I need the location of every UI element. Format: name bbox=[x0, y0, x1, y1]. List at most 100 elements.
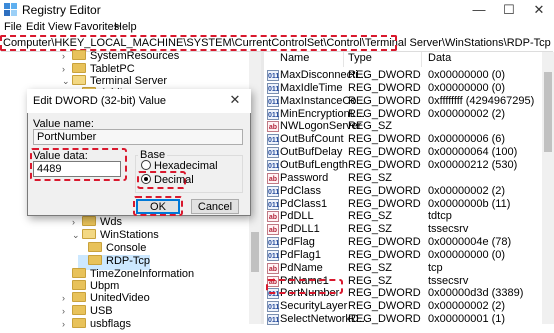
window-title: Registry Editor bbox=[22, 3, 101, 17]
value-data: 0x00000000 (0) bbox=[428, 81, 506, 94]
tree-item-label: USB bbox=[90, 305, 113, 317]
menu-favorites[interactable]: Favorites bbox=[74, 21, 119, 33]
tree-item-label: SystemResources bbox=[90, 50, 180, 62]
value-name: PdName bbox=[280, 261, 323, 274]
tree-item-label: Terminal Server bbox=[90, 75, 168, 87]
value-data: tssecsrv bbox=[428, 223, 469, 236]
value-name: PdDLL1 bbox=[280, 223, 320, 236]
value-data: tssecsrv bbox=[428, 274, 469, 287]
binary-value-icon: 011 bbox=[267, 147, 279, 159]
value-type: REG_DWORD bbox=[348, 69, 421, 81]
value-type: REG_DWORD bbox=[348, 248, 421, 261]
value-data: tcp bbox=[428, 261, 443, 274]
expand-arrow-icon[interactable]: › bbox=[62, 64, 72, 74]
value-type: REG_SZ bbox=[348, 223, 393, 236]
value-name: PdClass bbox=[280, 184, 321, 197]
collapse-arrow-icon[interactable]: ⌄ bbox=[62, 76, 72, 87]
value-name: OutBufCount bbox=[280, 133, 344, 146]
portnumber-highlight-annotation bbox=[266, 279, 343, 294]
value-type: REG_DWORD bbox=[348, 236, 421, 249]
tree-item-label: usbflags bbox=[90, 318, 131, 330]
value-type: REG_DWORD bbox=[348, 133, 421, 146]
ok-button[interactable]: OK bbox=[136, 199, 180, 214]
binary-value-icon: 011 bbox=[267, 82, 279, 94]
value-name: MaxIdleTime bbox=[280, 81, 343, 94]
expand-arrow-icon[interactable]: › bbox=[62, 51, 72, 61]
expand-arrow-icon[interactable]: › bbox=[72, 217, 82, 227]
folder-open-icon bbox=[82, 229, 96, 239]
radio-circle-icon[interactable] bbox=[141, 160, 151, 170]
value-data: 0x00000064 (100) bbox=[428, 146, 518, 159]
value-type: REG_DWORD bbox=[348, 287, 421, 300]
binary-value-icon: 011 bbox=[267, 95, 279, 107]
address-highlight-annotation bbox=[0, 35, 397, 51]
value-data: 0x0000004e (78) bbox=[428, 236, 512, 249]
value-name: PdFlag bbox=[280, 236, 315, 249]
value-name: OutBufDelay bbox=[280, 146, 343, 159]
string-value-icon: ab bbox=[267, 224, 279, 236]
value-data: 0x00000002 (2) bbox=[428, 300, 506, 313]
dialog-close-button[interactable]: ✕ bbox=[224, 92, 246, 110]
column-header-type[interactable]: Type bbox=[348, 52, 372, 67]
tree-item[interactable]: › usbflags bbox=[62, 318, 131, 333]
string-value-icon: ab bbox=[267, 211, 279, 223]
tree-item-label: RDP-Tcp bbox=[106, 255, 151, 267]
string-value-icon: ab bbox=[267, 172, 279, 184]
expand-arrow-icon[interactable]: › bbox=[62, 306, 72, 316]
tree-item-label: UnitedVideo bbox=[90, 292, 150, 304]
binary-value-icon: 011 bbox=[267, 301, 279, 313]
value-data: 0x00000002 (2) bbox=[428, 184, 506, 197]
column-header-name[interactable]: Name bbox=[280, 52, 309, 67]
registry-value-row[interactable]: 011 SelectNetworkD... REG_DWORD 0x00000001 … bbox=[264, 312, 542, 327]
binary-value-icon: 011 bbox=[267, 159, 279, 171]
binary-value-icon: 011 bbox=[267, 134, 279, 146]
registry-app-icon bbox=[4, 3, 17, 16]
folder-icon bbox=[82, 216, 96, 226]
radio-selected-icon[interactable] bbox=[141, 174, 151, 184]
binary-value-icon: 011 bbox=[267, 249, 279, 261]
value-data: 0x00000d3d (3389) bbox=[428, 287, 524, 300]
close-button[interactable]: ✕ bbox=[524, 0, 554, 20]
value-data: 0x00000000 (0) bbox=[428, 69, 506, 81]
value-type: REG_DWORD bbox=[348, 81, 421, 94]
cancel-button[interactable]: Cancel bbox=[191, 199, 239, 214]
value-name: Password bbox=[280, 171, 329, 184]
value-data: 0x00000002 (2) bbox=[428, 107, 506, 120]
maximize-button[interactable]: ☐ bbox=[494, 0, 524, 20]
expand-arrow-icon[interactable]: › bbox=[62, 293, 72, 303]
minimize-button[interactable]: — bbox=[464, 0, 494, 20]
string-value-icon: ab bbox=[267, 121, 279, 133]
value-data-input[interactable]: 4489 bbox=[33, 161, 121, 177]
tree-item-label: TimeZoneInformation bbox=[90, 268, 195, 280]
value-type: REG_SZ bbox=[348, 210, 393, 223]
value-type: REG_DWORD bbox=[348, 313, 421, 326]
menu-edit[interactable]: Edit bbox=[26, 21, 45, 33]
menu-view[interactable]: View bbox=[48, 21, 72, 33]
collapse-arrow-icon[interactable]: ⌄ bbox=[72, 230, 82, 241]
tree-scrollbar-thumb[interactable] bbox=[251, 232, 259, 272]
menu-file[interactable]: File bbox=[4, 21, 22, 33]
folder-icon bbox=[88, 242, 102, 252]
dialog-title: Edit DWORD (32-bit) Value bbox=[33, 95, 167, 107]
value-type: REG_SZ bbox=[348, 120, 393, 133]
menu-help[interactable]: Help bbox=[114, 21, 137, 33]
value-type: REG_DWORD bbox=[348, 300, 421, 313]
column-header-data[interactable]: Data bbox=[428, 52, 451, 67]
folder-icon bbox=[72, 318, 86, 328]
value-data: 0x0000000b (11) bbox=[428, 197, 511, 210]
column-separator[interactable] bbox=[421, 52, 422, 67]
folder-icon bbox=[72, 292, 86, 302]
value-type: REG_SZ bbox=[348, 261, 393, 274]
list-scrollbar-thumb[interactable] bbox=[544, 72, 552, 152]
tree-item-label: Wds bbox=[100, 216, 122, 228]
binary-value-icon: 011 bbox=[267, 237, 279, 249]
radio-decimal[interactable]: Decimal bbox=[141, 174, 194, 186]
value-type: REG_DWORD bbox=[348, 184, 421, 197]
value-name: PdDLL bbox=[280, 210, 314, 223]
expand-arrow-icon[interactable]: › bbox=[62, 319, 72, 329]
value-data: 0x00000006 (6) bbox=[428, 133, 506, 146]
value-data: tdtcp bbox=[428, 210, 452, 223]
folder-icon bbox=[88, 255, 102, 265]
column-separator[interactable] bbox=[343, 52, 344, 67]
tree-item-label: Ubpm bbox=[90, 280, 120, 292]
